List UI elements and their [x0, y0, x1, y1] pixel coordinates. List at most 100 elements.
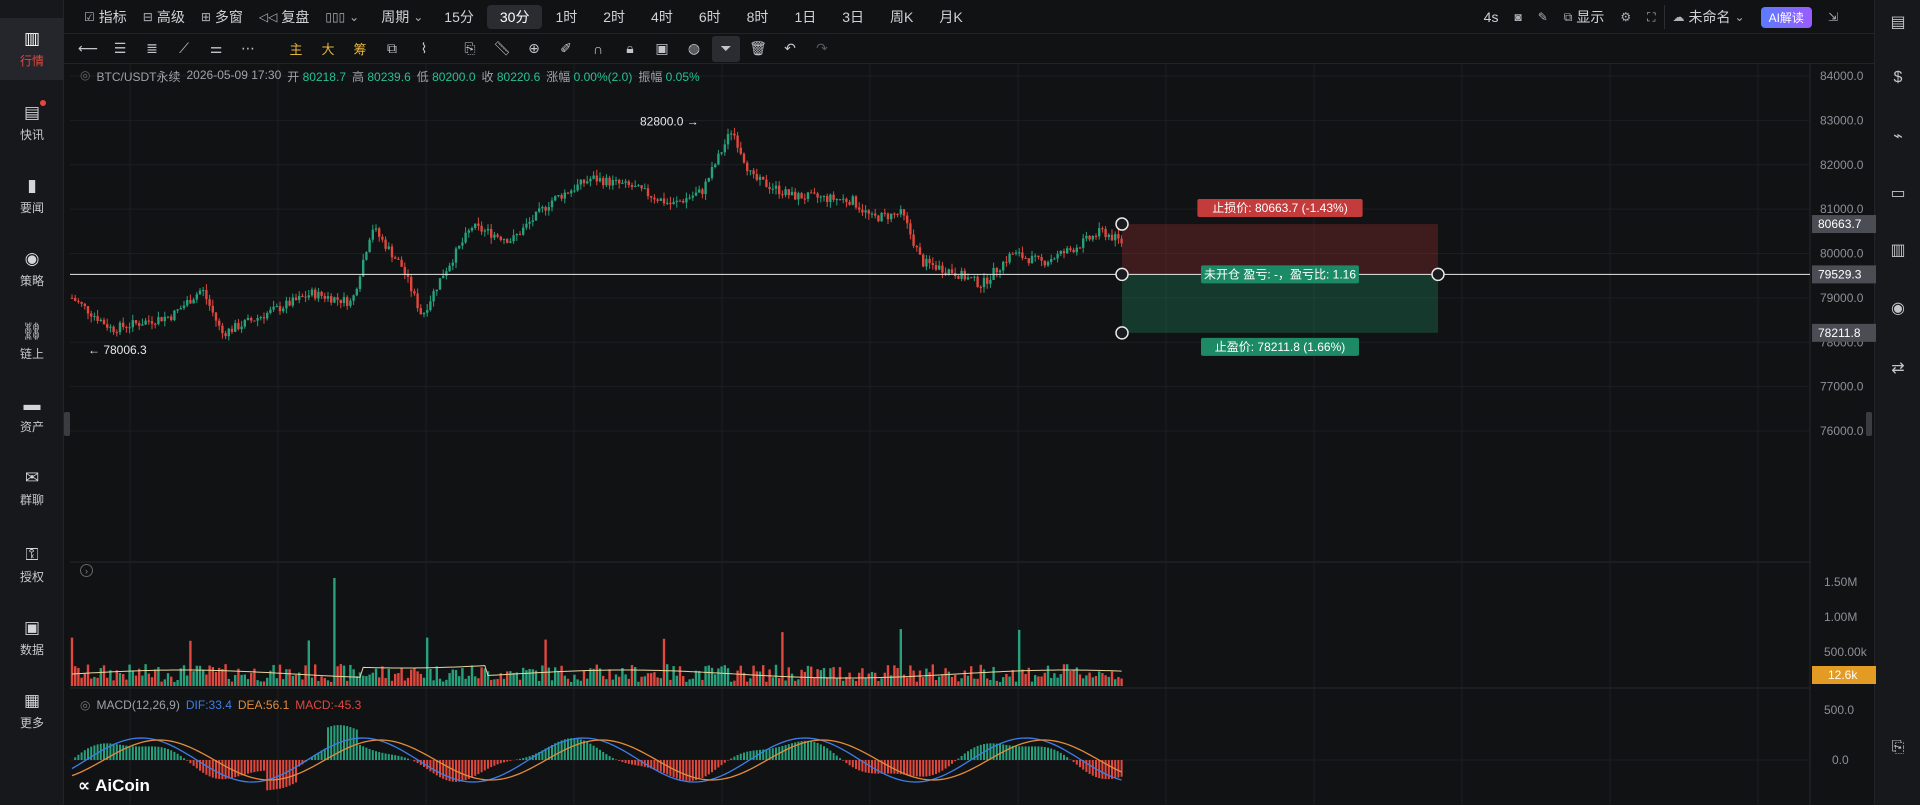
candle-body: [624, 181, 627, 183]
nav-item-headlines[interactable]: ▮ 要闻: [0, 165, 64, 227]
period-1w[interactable]: 周K: [877, 5, 926, 29]
candle-body: [192, 299, 195, 304]
orderbook-button[interactable]: ▤: [1875, 4, 1920, 40]
horizontal-ray-tool[interactable]: ⟵: [74, 36, 102, 62]
highlighter-tool[interactable]: ✐: [552, 36, 580, 62]
collapse-button[interactable]: ⇲: [1820, 5, 1846, 29]
key-icon: ⚿: [25, 544, 39, 564]
period-2h[interactable]: 2时: [590, 5, 638, 29]
candle-body: [771, 188, 774, 190]
candle-body: [1114, 234, 1117, 241]
undo-tool[interactable]: ↶: [776, 36, 804, 62]
camera-button[interactable]: ◙: [1506, 5, 1529, 29]
period-8h[interactable]: 8时: [734, 5, 782, 29]
filter-tool[interactable]: ⏷: [712, 35, 740, 62]
nav-item-flash[interactable]: ▤ 快讯: [0, 92, 64, 154]
candle-body: [166, 316, 170, 318]
nav-item-auth[interactable]: ⚿ 授权: [0, 534, 64, 596]
period-1mo[interactable]: 月K: [926, 5, 975, 29]
ai-interpret-button[interactable]: AI解读: [1753, 5, 1820, 29]
period-6h[interactable]: 6时: [686, 5, 734, 29]
volume-bar: [490, 679, 493, 686]
settings-toggle-icon[interactable]: ◎: [80, 68, 90, 85]
candle-body: [106, 324, 109, 328]
depth-button[interactable]: ⌁: [1875, 118, 1920, 154]
copy-tool[interactable]: ⎘: [456, 36, 484, 62]
candle-body: [646, 188, 650, 197]
switch-button[interactable]: ⇄: [1875, 350, 1920, 386]
trade-button[interactable]: $: [1875, 60, 1920, 96]
nav-item-strategy[interactable]: ◉ 策略: [0, 238, 64, 300]
redo-tool[interactable]: ↷: [808, 36, 836, 62]
period-1h[interactable]: 1时: [542, 5, 590, 29]
multi-window-button[interactable]: ⊞ 多窗: [193, 5, 251, 29]
refresh-countdown[interactable]: 4s: [1476, 5, 1507, 29]
macd-histogram-bar: [403, 757, 406, 760]
more-tools[interactable]: ⋯: [234, 36, 262, 62]
period-3d[interactable]: 3日: [829, 5, 877, 29]
volume-bar: [733, 680, 736, 686]
nav-item-data[interactable]: ▣ 数据: [0, 607, 64, 669]
volume-bar: [656, 677, 659, 686]
fullscreen-button[interactable]: ⛶: [1639, 5, 1663, 29]
left-collapse-handle[interactable]: [64, 412, 70, 436]
volume-bar: [166, 673, 170, 686]
candle-body: [346, 297, 349, 306]
ruler-tool[interactable]: 📏︎: [488, 36, 516, 62]
layout-dropdown[interactable]: ☁ 未命名 ⌄: [1663, 5, 1753, 29]
compare-tool[interactable]: ⧉: [378, 36, 406, 62]
candle-body: [710, 167, 714, 178]
etf-button[interactable]: ▥: [1875, 232, 1920, 268]
indicator-button[interactable]: ☑ 指标: [76, 5, 135, 29]
volume-toggle-icon[interactable]: ›: [80, 564, 93, 577]
bot-button[interactable]: ◉: [1875, 290, 1920, 326]
brush-tool[interactable]: ⌇: [410, 36, 438, 62]
display-button[interactable]: ⧉ 显示: [1556, 5, 1613, 29]
delete-tool[interactable]: 🗑︎: [744, 36, 772, 62]
edit-button[interactable]: ✎: [1530, 5, 1556, 29]
parallel-tool[interactable]: ≣: [138, 36, 166, 62]
chip-tool[interactable]: 筹: [346, 36, 374, 62]
volume-bar: [147, 673, 150, 686]
period-15m[interactable]: 15分: [431, 5, 487, 29]
macd-histogram-bar: [352, 728, 355, 760]
nav-item-onchain[interactable]: ⛓ 链上: [0, 311, 64, 373]
macd-histogram-bar: [179, 755, 182, 760]
period-4h[interactable]: 4时: [638, 5, 686, 29]
hide-tool[interactable]: ◍: [680, 36, 708, 62]
right-collapse-handle[interactable]: [1866, 412, 1872, 436]
macd-toggle-icon[interactable]: ◎: [80, 698, 90, 712]
magnet-tool[interactable]: ∩: [584, 36, 612, 62]
period-1d[interactable]: 1日: [781, 5, 829, 29]
lock-tool[interactable]: 🔒︎: [616, 36, 644, 62]
fib-tool[interactable]: ⚌: [202, 36, 230, 62]
horizontal-line-tool[interactable]: ☰: [106, 36, 134, 62]
volume-bar: [672, 666, 675, 686]
candle-type-button[interactable]: ▯▯▯ ⌄: [317, 5, 367, 29]
template-tool[interactable]: ▣: [648, 36, 676, 62]
big-order-tool[interactable]: 大: [314, 36, 342, 62]
advanced-button[interactable]: ⊟ 高级: [135, 5, 193, 29]
settings-button[interactable]: ⚙: [1612, 5, 1639, 29]
volume-bar: [947, 671, 950, 686]
period-dropdown[interactable]: 周期 ⌄: [373, 5, 431, 29]
volume-bar: [387, 668, 390, 686]
nav-item-more[interactable]: ▦ 更多: [0, 680, 64, 742]
nav-item-assets[interactable]: ▬ 资产: [0, 384, 64, 446]
main-force-tool[interactable]: 主: [282, 36, 310, 62]
zoom-tool[interactable]: ⊕: [520, 36, 548, 62]
chart-canvas[interactable]: 84000.0 83000.0 82000.0 81000.0 80000.0 79000…: [70, 64, 1876, 805]
monitor-button[interactable]: ▭: [1875, 175, 1920, 211]
copy-button[interactable]: ⎘: [1875, 730, 1920, 766]
volume-bar: [838, 667, 842, 686]
period-30m[interactable]: 30分: [486, 4, 543, 29]
trash-icon: 🗑︎: [749, 40, 767, 56]
nav-item-market[interactable]: ▥ 行情: [0, 18, 64, 80]
candle-body: [957, 276, 960, 279]
nav-item-chat[interactable]: ✉ 群聊: [0, 457, 64, 519]
candle-body: [918, 247, 922, 255]
volume-bar: [349, 664, 352, 686]
trend-line-tool[interactable]: ⟋: [170, 36, 198, 62]
replay-button[interactable]: ◁◁ 复盘: [251, 5, 317, 29]
macd-histogram-bar: [400, 756, 403, 760]
